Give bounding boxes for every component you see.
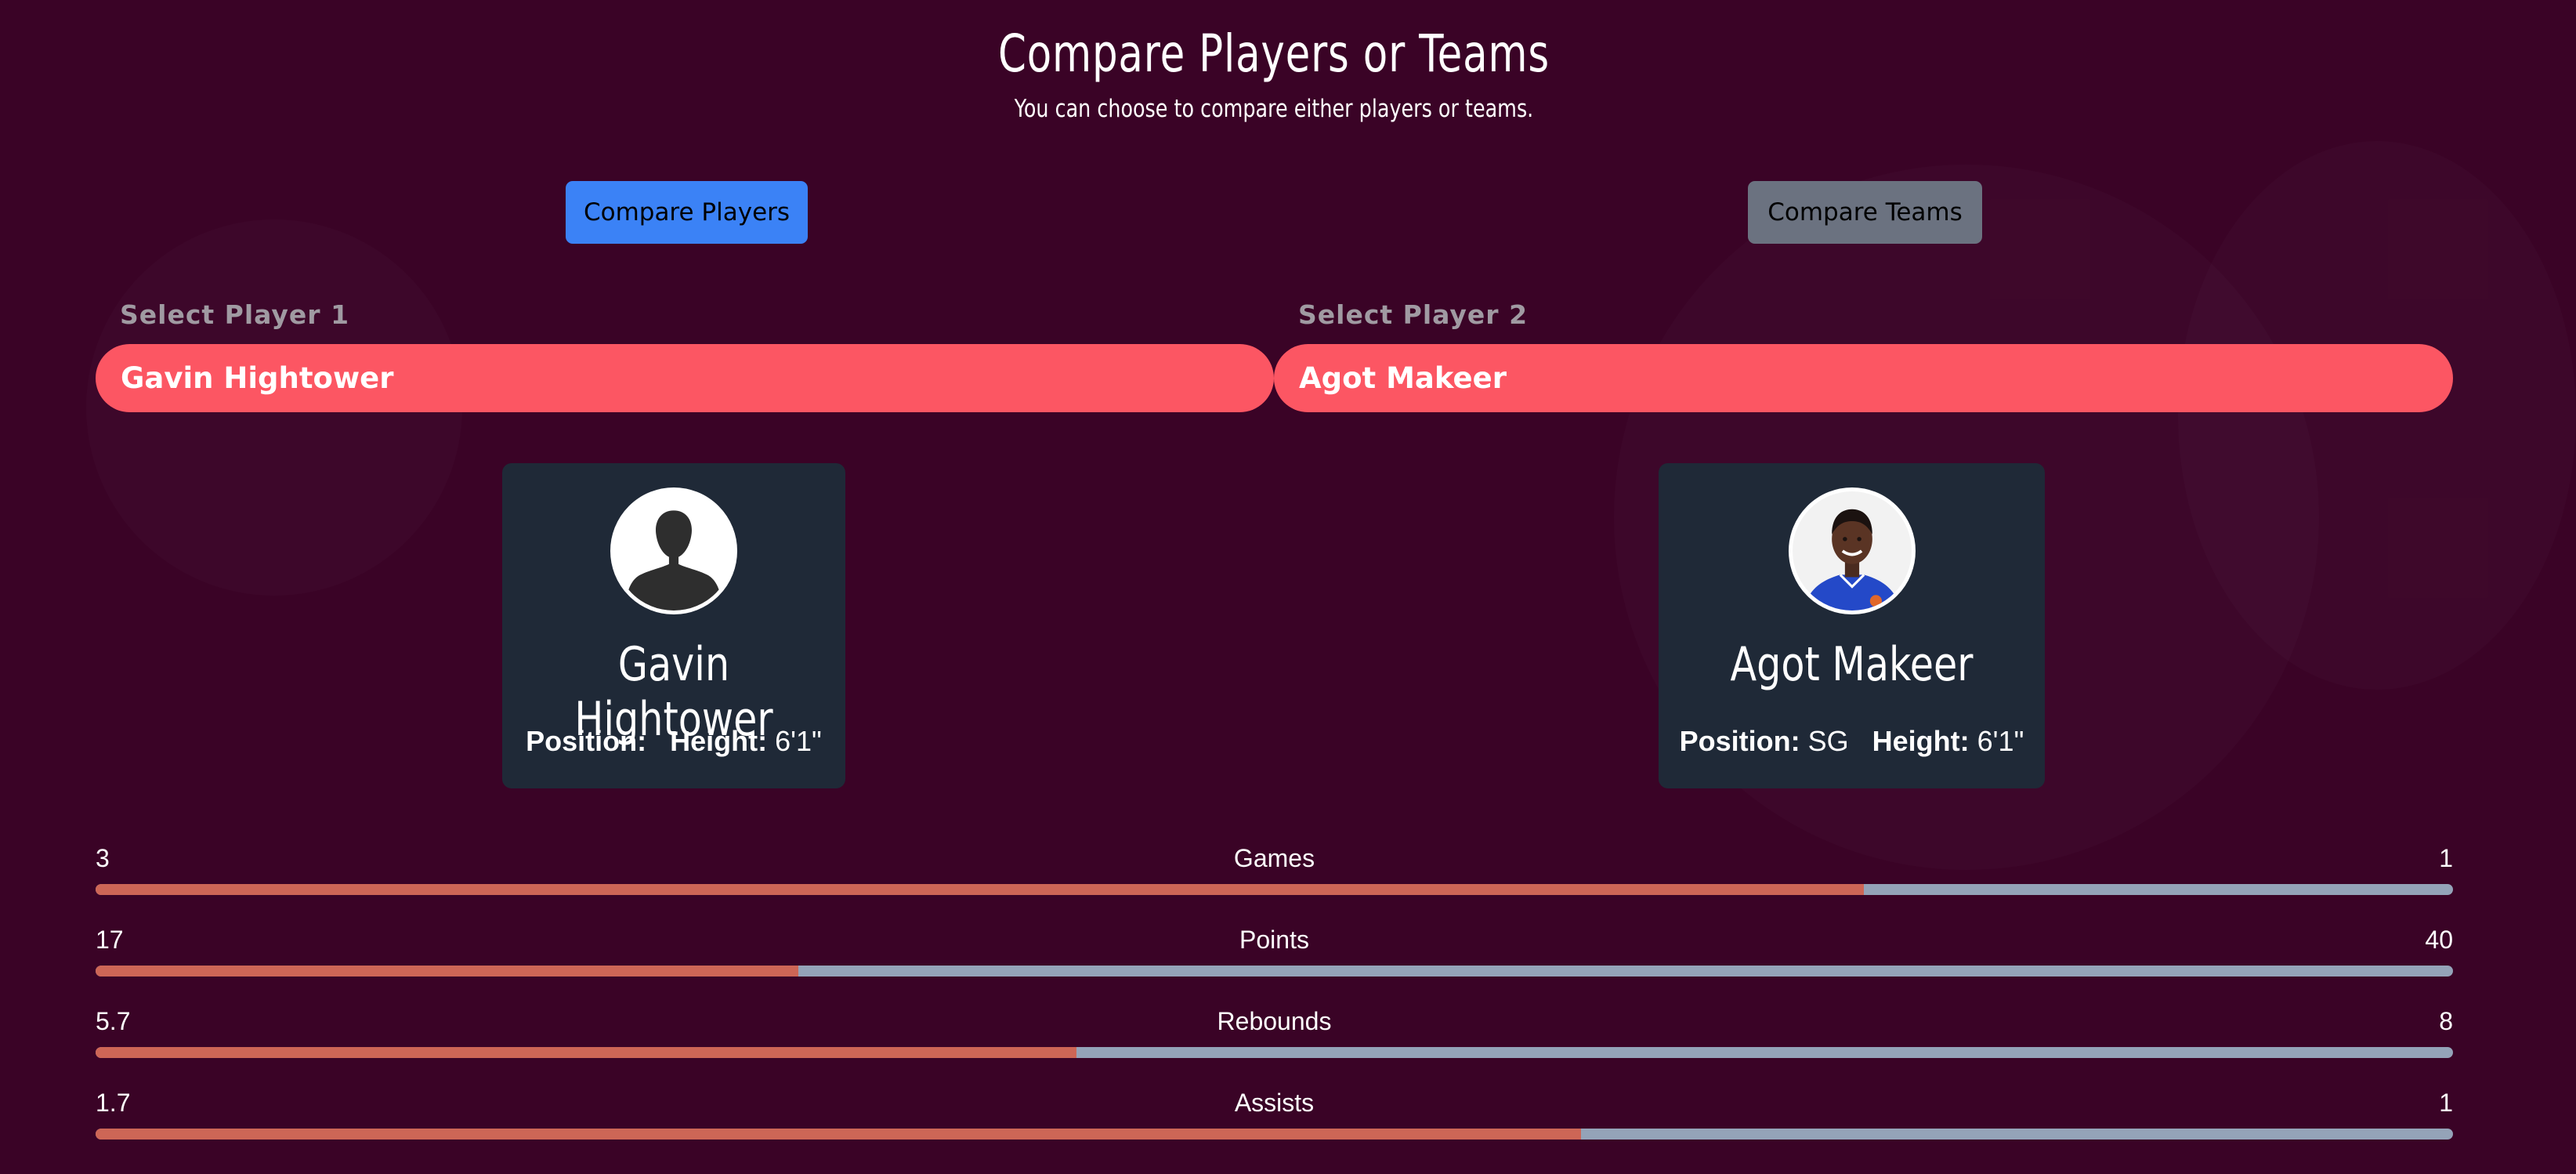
player-2-select[interactable]: Agot Makeer [1274,344,2453,412]
player-photo [1788,487,1916,614]
player-2-card: Agot Makeer Position: SG Height: 6'1" [1659,463,2045,788]
stat-row-assists: 1.7 Assists 1 [96,1089,2453,1143]
stat-comparison-bar [96,884,2453,895]
stat-row-games: 3 Games 1 [96,844,2453,899]
height-label: Height: [1872,725,1970,757]
player-1-select[interactable]: Gavin Hightower [96,344,1274,412]
compare-teams-button[interactable]: Compare Teams [1748,181,1982,244]
player-1-height: Height: 6'1" [670,725,822,758]
player-2-name: Agot Makeer [1730,637,1974,692]
height-value: 6'1" [775,725,822,757]
stat-comparison-bar [96,1047,2453,1058]
player-2-meta: Position: SG Height: 6'1" [1659,725,2045,758]
stat-row-points: 17 Points 40 [96,926,2453,980]
position-label: Position: [526,725,647,757]
player-2-position: Position: SG [1680,725,1849,758]
stat-right-value: 1 [2439,1089,2453,1117]
stat-label: Assists [1234,1089,1315,1117]
page-title: Compare Players or Teams [998,24,1550,84]
height-label: Height: [670,725,768,757]
position-label: Position: [1679,725,1800,757]
compare-page: Compare Players or Teams You can choose … [0,0,2576,1174]
default-silhouette-icon [610,487,737,614]
height-value: 6'1" [1977,725,2024,757]
compare-players-button[interactable]: Compare Players [566,181,808,244]
stat-label: Games [1233,844,1315,872]
stat-left-fill [96,966,798,977]
stat-left-fill [96,1129,1581,1140]
position-value: SG [1807,725,1849,757]
select-player-2-label: Select Player 2 [1298,299,1529,330]
stat-left-fill [96,1047,1076,1058]
stat-label: Rebounds [1217,1007,1332,1035]
background-decoration [2178,141,2576,690]
player-2-height: Height: 6'1" [1872,725,2024,758]
player-1-position: Position: [526,725,646,758]
stat-left-fill [96,884,1864,895]
page-subtitle: You can choose to compare either players… [1014,95,1534,123]
page-header: Compare Players or Teams You can choose … [0,24,2548,123]
stat-right-value: 1 [2439,844,2453,872]
select-player-1-label: Select Player 1 [120,299,350,330]
stat-row-rebounds: 5.7 Rebounds 8 [96,1007,2453,1062]
stat-comparison-bar [96,1129,2453,1140]
player-1-card: Gavin Hightower Position: Height: 6'1" [502,463,845,788]
stat-right-value: 8 [2439,1007,2453,1035]
stat-right-value: 40 [2425,926,2453,954]
stat-comparison-bar [96,966,2453,977]
player-1-meta: Position: Height: 6'1" [502,725,845,758]
stat-label: Points [1239,926,1309,954]
